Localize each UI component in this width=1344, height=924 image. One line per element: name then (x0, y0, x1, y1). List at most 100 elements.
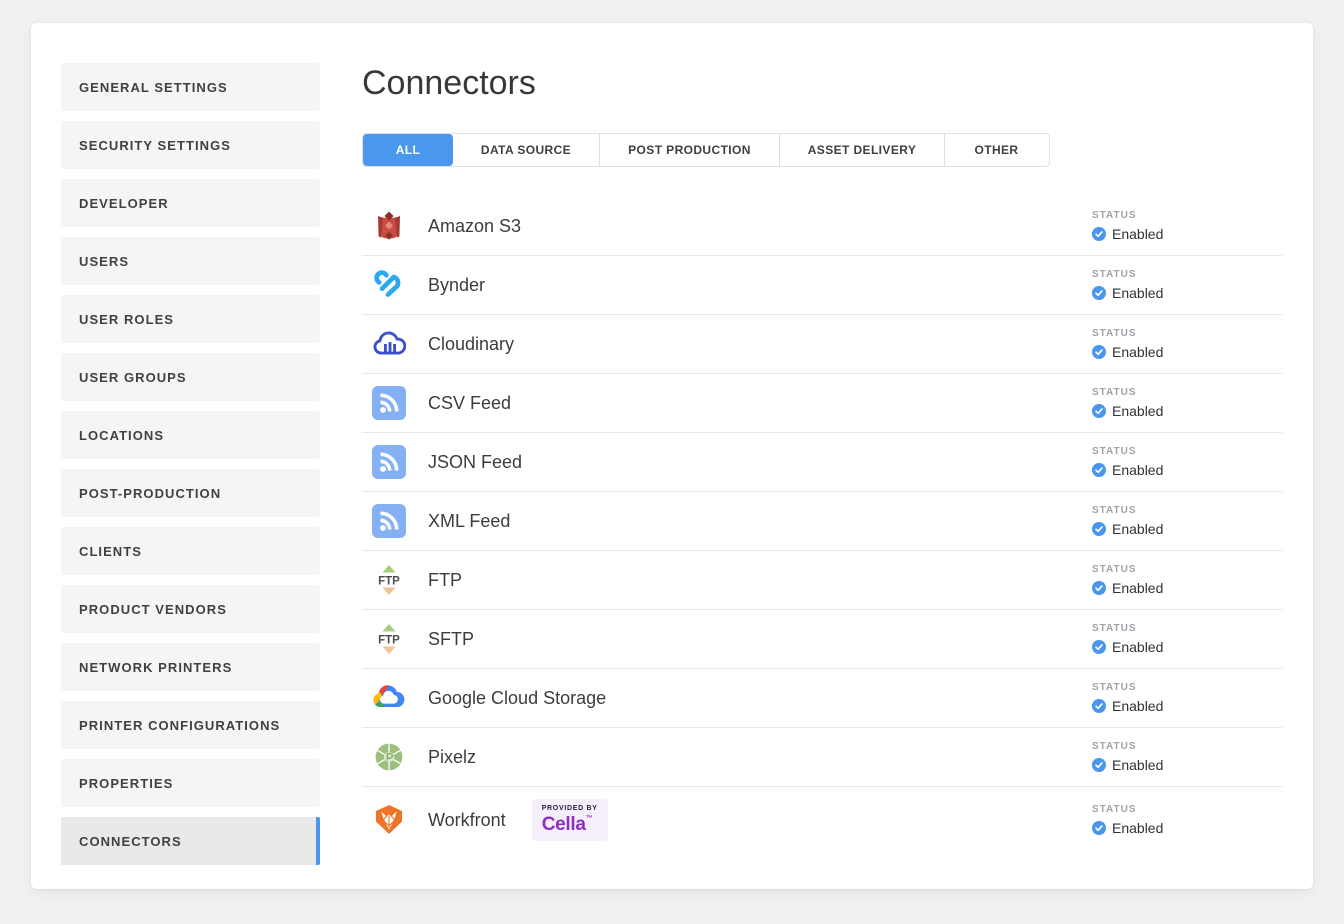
status-block: STATUS Enabled (1092, 564, 1163, 596)
sidebar-item-label: USERS (79, 254, 129, 269)
sidebar-item-post-production[interactable]: POST-PRODUCTION (61, 469, 320, 517)
svg-text:FTP: FTP (378, 635, 400, 647)
status-label: STATUS (1092, 741, 1163, 752)
status-block: STATUS Enabled (1092, 210, 1163, 242)
status-text: Enabled (1112, 403, 1163, 419)
sidebar-item-developer[interactable]: DEVELOPER (61, 179, 320, 227)
connector-row-amazon-s3[interactable]: Amazon S3 STATUS Enabled (362, 197, 1282, 256)
provided-by-badge: PROVIDED BY Cella™ (532, 799, 608, 841)
tab-post-production[interactable]: POST PRODUCTION (599, 134, 779, 166)
connector-name: Cloudinary (428, 334, 514, 355)
connector-row-google-cloud-storage[interactable]: Google Cloud Storage STATUS Enabled (362, 669, 1282, 728)
enabled-check-icon (1092, 404, 1106, 418)
enabled-check-icon (1092, 581, 1106, 595)
sidebar-item-security-settings[interactable]: SECURITY SETTINGS (61, 121, 320, 169)
connectors-panel: Connectors ALL DATA SOURCE POST PRODUCTI… (362, 23, 1282, 853)
status-label: STATUS (1092, 682, 1163, 693)
connector-row-sftp[interactable]: FTP SFTP STATUS Enabled (362, 610, 1282, 669)
status-value: Enabled (1092, 698, 1163, 714)
connector-name: XML Feed (428, 511, 510, 532)
connector-name: Amazon S3 (428, 216, 521, 237)
status-block: STATUS Enabled (1092, 446, 1163, 478)
ftp-icon: FTP (372, 622, 406, 656)
bynder-icon (372, 268, 406, 302)
sidebar-item-users[interactable]: USERS (61, 237, 320, 285)
connector-row-json-feed[interactable]: JSON Feed STATUS Enabled (362, 433, 1282, 492)
connector-row-pixelz[interactable]: Pixelz STATUS Enabled (362, 728, 1282, 787)
status-label: STATUS (1092, 804, 1163, 815)
status-value: Enabled (1092, 820, 1163, 836)
google-cloud-icon (372, 681, 406, 715)
status-text: Enabled (1112, 580, 1163, 596)
sidebar-item-label: NETWORK PRINTERS (79, 660, 232, 675)
rss-feed-icon (372, 445, 406, 479)
enabled-check-icon (1092, 227, 1106, 241)
status-block: STATUS Enabled (1092, 269, 1163, 301)
sidebar-item-label: POST-PRODUCTION (79, 486, 221, 501)
rss-feed-icon (372, 386, 406, 420)
rss-feed-icon (372, 504, 406, 538)
connector-row-workfront[interactable]: Workfront PROVIDED BY Cella™ STATUS Enab… (362, 787, 1282, 853)
connector-name: FTP (428, 570, 462, 591)
status-label: STATUS (1092, 564, 1163, 575)
ftp-icon: FTP (372, 563, 406, 597)
connector-row-ftp[interactable]: FTP FTP STATUS Enabled (362, 551, 1282, 610)
sidebar-item-locations[interactable]: LOCATIONS (61, 411, 320, 459)
enabled-check-icon (1092, 640, 1106, 654)
status-label: STATUS (1092, 387, 1163, 398)
amazon-s3-icon (372, 209, 406, 243)
sidebar-item-connectors[interactable]: CONNECTORS (61, 817, 320, 865)
tab-all[interactable]: ALL (363, 134, 453, 166)
enabled-check-icon (1092, 345, 1106, 359)
connector-row-cloudinary[interactable]: Cloudinary STATUS Enabled (362, 315, 1282, 374)
status-value: Enabled (1092, 285, 1163, 301)
status-block: STATUS Enabled (1092, 741, 1163, 773)
sidebar-item-printer-configurations[interactable]: PRINTER CONFIGURATIONS (61, 701, 320, 749)
status-block: STATUS Enabled (1092, 505, 1163, 537)
status-block: STATUS Enabled (1092, 682, 1163, 714)
sidebar-item-label: GENERAL SETTINGS (79, 80, 228, 95)
connector-row-xml-feed[interactable]: XML Feed STATUS Enabled (362, 492, 1282, 551)
status-value: Enabled (1092, 226, 1163, 242)
enabled-check-icon (1092, 522, 1106, 536)
status-value: Enabled (1092, 580, 1163, 596)
tab-label: OTHER (975, 143, 1019, 157)
sidebar-item-clients[interactable]: CLIENTS (61, 527, 320, 575)
sidebar-item-label: PRINTER CONFIGURATIONS (79, 718, 280, 733)
tab-label: DATA SOURCE (481, 143, 571, 157)
sidebar-item-general-settings[interactable]: GENERAL SETTINGS (61, 63, 320, 111)
sidebar-item-user-groups[interactable]: USER GROUPS (61, 353, 320, 401)
status-value: Enabled (1092, 757, 1163, 773)
status-text: Enabled (1112, 285, 1163, 301)
status-block: STATUS Enabled (1092, 804, 1163, 836)
tab-asset-delivery[interactable]: ASSET DELIVERY (779, 134, 944, 166)
enabled-check-icon (1092, 821, 1106, 835)
sidebar-item-network-printers[interactable]: NETWORK PRINTERS (61, 643, 320, 691)
tab-other[interactable]: OTHER (944, 134, 1048, 166)
tab-data-source[interactable]: DATA SOURCE (453, 134, 599, 166)
connector-row-bynder[interactable]: Bynder STATUS Enabled (362, 256, 1282, 315)
sidebar-item-properties[interactable]: PROPERTIES (61, 759, 320, 807)
page-title: Connectors (362, 61, 1282, 105)
status-value: Enabled (1092, 403, 1163, 419)
sidebar-item-label: LOCATIONS (79, 428, 164, 443)
status-text: Enabled (1112, 820, 1163, 836)
status-text: Enabled (1112, 521, 1163, 537)
status-label: STATUS (1092, 210, 1163, 221)
tab-label: ASSET DELIVERY (808, 143, 917, 157)
sidebar-item-label: SECURITY SETTINGS (79, 138, 231, 153)
sidebar-item-label: USER ROLES (79, 312, 174, 327)
settings-card: GENERAL SETTINGS SECURITY SETTINGS DEVEL… (31, 23, 1313, 889)
status-value: Enabled (1092, 639, 1163, 655)
status-block: STATUS Enabled (1092, 328, 1163, 360)
connector-row-csv-feed[interactable]: CSV Feed STATUS Enabled (362, 374, 1282, 433)
enabled-check-icon (1092, 286, 1106, 300)
status-block: STATUS Enabled (1092, 387, 1163, 419)
sidebar-item-user-roles[interactable]: USER ROLES (61, 295, 320, 343)
sidebar-item-product-vendors[interactable]: PRODUCT VENDORS (61, 585, 320, 633)
status-label: STATUS (1092, 328, 1163, 339)
status-label: STATUS (1092, 505, 1163, 516)
status-value: Enabled (1092, 521, 1163, 537)
status-text: Enabled (1112, 226, 1163, 242)
sidebar-item-label: PROPERTIES (79, 776, 173, 791)
